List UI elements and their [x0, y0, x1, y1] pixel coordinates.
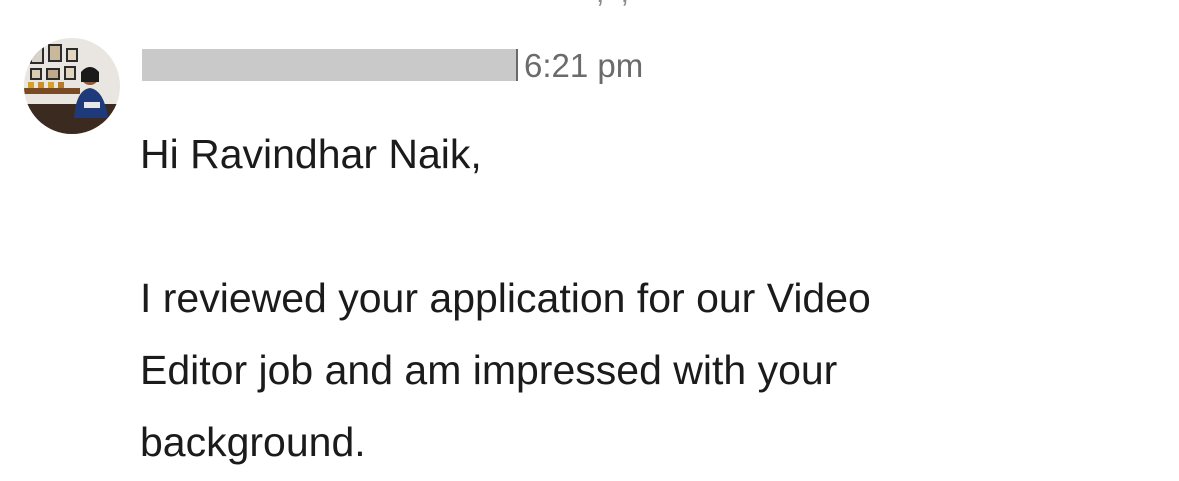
message-line-3: background.	[140, 419, 366, 465]
message-line-2: Editor job and am impressed with your	[140, 347, 838, 393]
message-body: Hi Ravindhar Naik, I reviewed your appli…	[140, 118, 1150, 478]
avatar[interactable]	[24, 38, 120, 134]
message-item: 6:21 pm Hi Ravindhar Naik, I reviewed yo…	[0, 0, 1179, 481]
message-timestamp: 6:21 pm	[524, 47, 644, 84]
message-greeting: Hi Ravindhar Naik,	[140, 131, 482, 177]
sender-name-redacted[interactable]	[142, 49, 518, 81]
profile-photo-icon	[24, 38, 120, 134]
message-line-1: I reviewed your application for our Vide…	[140, 275, 871, 321]
